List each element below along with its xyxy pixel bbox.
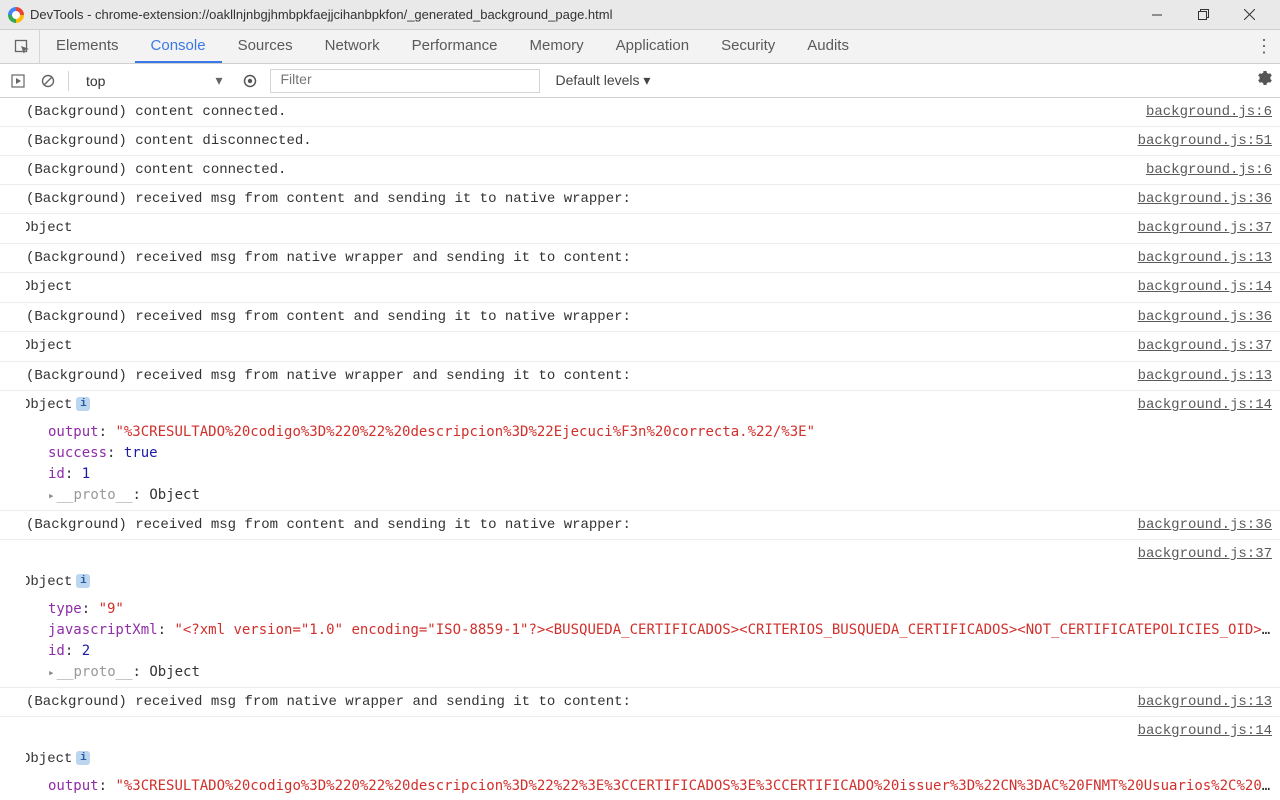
console-log-row[interactable]: (Background) received msg from native wr… bbox=[0, 244, 1280, 273]
object-label: Object bbox=[26, 397, 72, 413]
source-link[interactable]: background.js:36 bbox=[1128, 307, 1272, 327]
tab-audits[interactable]: Audits bbox=[791, 30, 865, 63]
console-log-row[interactable]: (Background) content connected.backgroun… bbox=[0, 98, 1280, 127]
maximize-button[interactable] bbox=[1180, 0, 1226, 30]
log-message: (Background) received msg from native wr… bbox=[26, 248, 1128, 268]
source-link[interactable]: background.js:37 bbox=[1128, 218, 1272, 238]
console-source-row: background.js:37 bbox=[0, 540, 1280, 568]
source-link[interactable]: background.js:6 bbox=[1136, 160, 1272, 180]
console-object-row[interactable]: Object background.js:37 bbox=[0, 332, 1280, 362]
object-property[interactable]: output: "%3CRESULTADO%20codigo%3D%220%22… bbox=[48, 422, 1272, 443]
devtools-app-icon bbox=[8, 7, 24, 23]
console-log-row[interactable]: (Background) content disconnected.backgr… bbox=[0, 127, 1280, 156]
object-property[interactable]: javascriptXml: "<?xml version="1.0" enco… bbox=[48, 620, 1272, 641]
window-title: DevTools - chrome-extension://oakllnjnbg… bbox=[30, 7, 1134, 22]
source-link[interactable]: background.js:13 bbox=[1128, 366, 1272, 386]
console-log-row[interactable]: (Background) received msg from content a… bbox=[0, 185, 1280, 214]
live-expression-icon[interactable] bbox=[240, 71, 260, 91]
toggle-sidebar-icon[interactable] bbox=[8, 71, 28, 91]
log-message: (Background) received msg from content a… bbox=[26, 515, 1128, 535]
close-button[interactable] bbox=[1226, 0, 1272, 30]
source-link[interactable]: background.js:13 bbox=[1128, 248, 1272, 268]
tab-application[interactable]: Application bbox=[600, 30, 705, 63]
log-levels-selector[interactable]: Default levels ▾ bbox=[550, 72, 657, 89]
expand-arrow-icon[interactable] bbox=[48, 664, 57, 680]
log-message: (Background) content connected. bbox=[26, 160, 1136, 180]
titlebar: DevTools - chrome-extension://oakllnjnbg… bbox=[0, 0, 1280, 30]
source-link[interactable]: background.js:14 bbox=[1128, 277, 1272, 297]
source-link[interactable]: background.js:6 bbox=[1136, 102, 1272, 122]
object-properties: type: "9"javascriptXml: "<?xml version="… bbox=[0, 597, 1280, 688]
minimize-button[interactable] bbox=[1134, 0, 1180, 30]
object-property[interactable]: id: 2 bbox=[48, 641, 1272, 662]
log-message: (Background) content disconnected. bbox=[26, 131, 1128, 151]
tab-console[interactable]: Console bbox=[135, 30, 222, 63]
filter-input-field[interactable] bbox=[279, 70, 531, 88]
console-log-row[interactable]: (Background) received msg from content a… bbox=[0, 511, 1280, 540]
object-property[interactable]: __proto__: Object bbox=[48, 662, 1272, 683]
object-property[interactable]: id: 1 bbox=[48, 464, 1272, 485]
object-label: Object bbox=[26, 279, 72, 295]
object-label: Object bbox=[26, 338, 72, 354]
console-output[interactable]: (Background) content connected.backgroun… bbox=[0, 98, 1280, 800]
console-log-row[interactable]: (Background) content connected.backgroun… bbox=[0, 156, 1280, 185]
console-log-row[interactable]: (Background) received msg from native wr… bbox=[0, 362, 1280, 391]
info-badge-icon: i bbox=[76, 574, 90, 588]
separator bbox=[68, 71, 69, 91]
console-object-row[interactable]: Objecti background.js:14 bbox=[0, 391, 1280, 420]
settings-gear-icon[interactable] bbox=[1256, 70, 1272, 91]
console-toolbar: top ▾ Default levels ▾ bbox=[0, 64, 1280, 98]
log-message: (Background) received msg from content a… bbox=[26, 307, 1128, 327]
object-label: Object bbox=[26, 220, 72, 236]
object-label: Object bbox=[26, 751, 72, 767]
devtools-tabstrip: ElementsConsoleSourcesNetworkPerformance… bbox=[0, 30, 1280, 64]
source-link[interactable]: background.js:14 bbox=[1128, 395, 1272, 415]
object-property[interactable]: type: "9" bbox=[48, 599, 1272, 620]
filter-input[interactable] bbox=[270, 69, 540, 93]
console-log-row[interactable]: (Background) received msg from native wr… bbox=[0, 688, 1280, 717]
source-link[interactable]: background.js:37 bbox=[1128, 336, 1272, 356]
tab-performance[interactable]: Performance bbox=[396, 30, 514, 63]
console-object-row[interactable]: Object background.js:37 bbox=[0, 214, 1280, 244]
source-link[interactable]: background.js:51 bbox=[1128, 131, 1272, 151]
clear-console-icon[interactable] bbox=[38, 71, 58, 91]
context-label: top bbox=[86, 73, 105, 89]
more-options-icon[interactable]: ⋮ bbox=[1248, 30, 1280, 63]
log-message: (Background) received msg from native wr… bbox=[26, 692, 1128, 712]
console-object-row[interactable]: Object background.js:14 bbox=[0, 273, 1280, 303]
expand-arrow-icon[interactable] bbox=[48, 487, 57, 503]
object-properties: output: "%3CRESULTADO%20codigo%3D%220%22… bbox=[0, 420, 1280, 511]
source-link[interactable]: background.js:36 bbox=[1128, 515, 1272, 535]
object-property[interactable]: __proto__: Object bbox=[48, 485, 1272, 506]
source-link[interactable]: background.js:13 bbox=[1128, 692, 1272, 712]
info-badge-icon: i bbox=[76, 751, 90, 765]
console-object-row[interactable]: Objecti bbox=[0, 745, 1280, 774]
source-link[interactable]: background.js:14 bbox=[1128, 721, 1272, 741]
console-object-row[interactable]: Objecti bbox=[0, 568, 1280, 597]
log-message: (Background) received msg from content a… bbox=[26, 189, 1128, 209]
object-property[interactable]: output: "%3CRESULTADO%20codigo%3D%220%22… bbox=[48, 776, 1272, 797]
info-badge-icon: i bbox=[76, 397, 90, 411]
inspect-element-icon[interactable] bbox=[4, 30, 40, 63]
tab-memory[interactable]: Memory bbox=[514, 30, 600, 63]
dropdown-caret-icon: ▾ bbox=[215, 72, 222, 89]
log-message: (Background) content connected. bbox=[26, 102, 1136, 122]
object-label: Object bbox=[26, 574, 72, 590]
object-properties: output: "%3CRESULTADO%20codigo%3D%220%22… bbox=[0, 774, 1280, 800]
source-link[interactable]: background.js:36 bbox=[1128, 189, 1272, 209]
object-property[interactable]: success: true bbox=[48, 443, 1272, 464]
tab-sources[interactable]: Sources bbox=[222, 30, 309, 63]
console-source-row: background.js:14 bbox=[0, 717, 1280, 745]
tab-network[interactable]: Network bbox=[309, 30, 396, 63]
execution-context-selector[interactable]: top ▾ bbox=[79, 69, 230, 93]
tab-security[interactable]: Security bbox=[705, 30, 791, 63]
source-link[interactable]: background.js:37 bbox=[1128, 544, 1272, 564]
log-message: (Background) received msg from native wr… bbox=[26, 366, 1128, 386]
console-log-row[interactable]: (Background) received msg from content a… bbox=[0, 303, 1280, 332]
tab-elements[interactable]: Elements bbox=[40, 30, 135, 63]
